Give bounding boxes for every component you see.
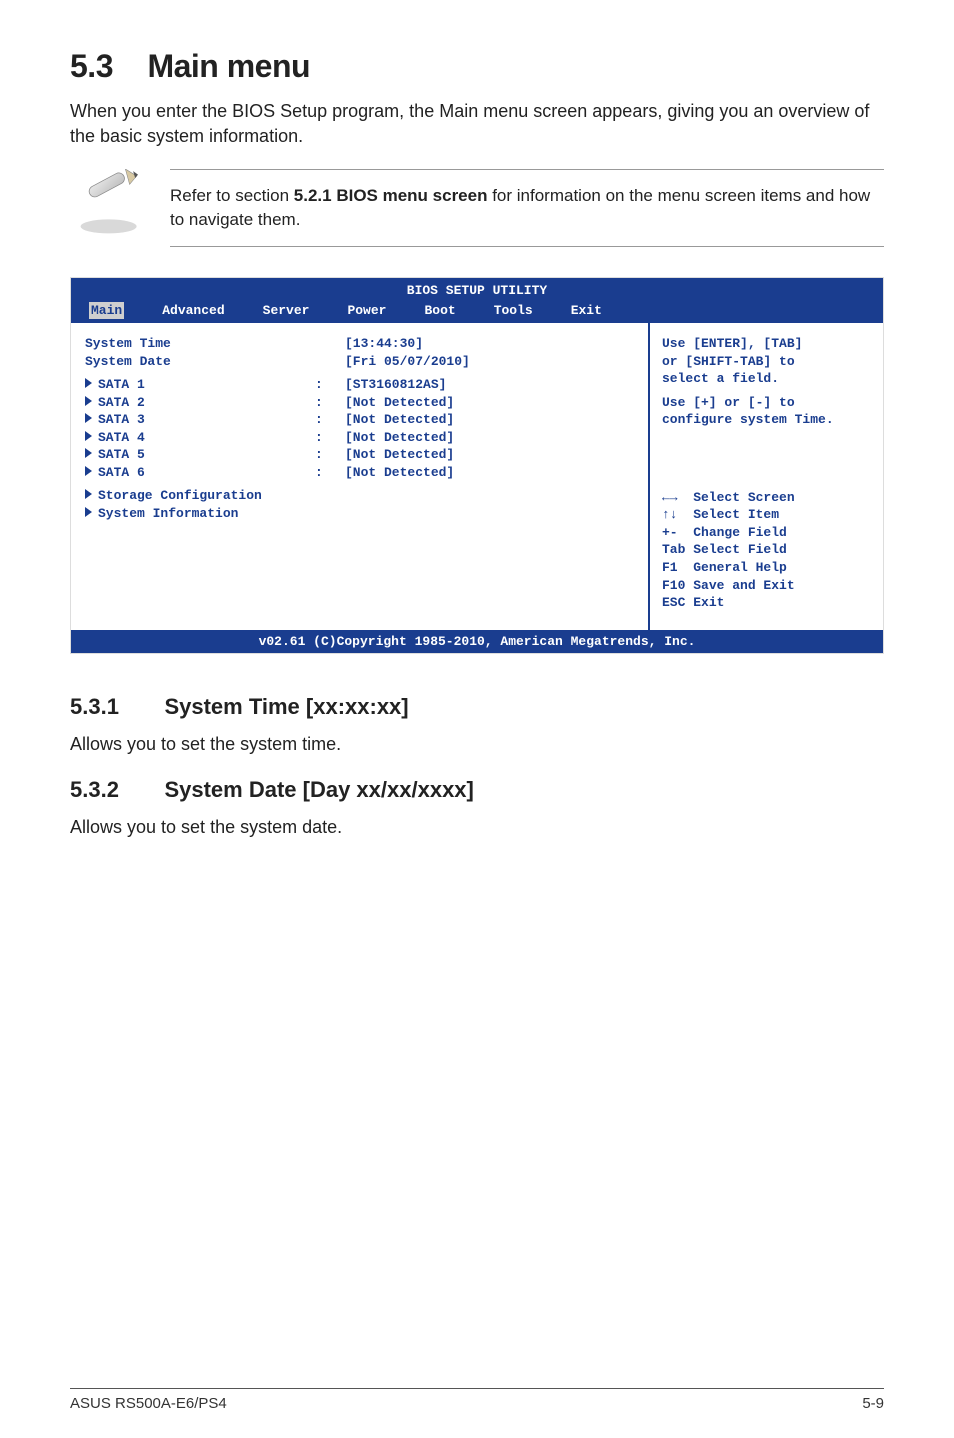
sata-3-row[interactable]: SATA 3 : [Not Detected]: [85, 411, 634, 429]
key-row: F10 Save and Exit: [662, 577, 871, 595]
sata-2-value: [Not Detected]: [345, 394, 634, 412]
subsection-heading-532: 5.3.2 System Date [Day xx/xx/xxxx]: [70, 777, 884, 803]
footer-page: 5-9: [862, 1395, 884, 1412]
key-row: F1 General Help: [662, 559, 871, 577]
section-number: 5.3: [70, 48, 113, 84]
help-line-1: Use [ENTER], [TAB]: [662, 335, 871, 353]
system-date-row[interactable]: System Date [Fri 05/07/2010]: [85, 353, 634, 371]
sata-5-label: SATA 5: [98, 447, 145, 462]
sata-6-row[interactable]: SATA 6 : [Not Detected]: [85, 464, 634, 482]
bios-title: BIOS SETUP UTILITY: [71, 282, 883, 302]
sata-5-value: [Not Detected]: [345, 446, 634, 464]
bios-menu-power[interactable]: Power: [347, 302, 386, 320]
footer-product: ASUS RS500A-E6/PS4: [70, 1395, 227, 1412]
help-line-4: Use [+] or [-] to: [662, 394, 871, 412]
submenu-arrow-icon: [85, 431, 92, 441]
sata-4-row[interactable]: SATA 4 : [Not Detected]: [85, 429, 634, 447]
sata-1-value: [ST3160812AS]: [345, 376, 634, 394]
key-row: ESC Exit: [662, 594, 871, 612]
key-row: +- Change Field: [662, 524, 871, 542]
page-footer: ASUS RS500A-E6/PS4 5-9: [70, 1388, 884, 1412]
key-row: ↑↓ Select Item: [662, 506, 871, 524]
subsection-title: System Time [xx:xx:xx]: [164, 694, 408, 719]
sata-3-label: SATA 3: [98, 412, 145, 427]
subsection-number: 5.3.2: [70, 777, 160, 803]
section-title: Main menu: [147, 48, 310, 84]
key-row: Tab Select Field: [662, 541, 871, 559]
bios-header: BIOS SETUP UTILITY Main Advanced Server …: [71, 278, 883, 323]
sata-5-row[interactable]: SATA 5 : [Not Detected]: [85, 446, 634, 464]
sata-4-value: [Not Detected]: [345, 429, 634, 447]
system-date-value: [Fri 05/07/2010]: [345, 353, 634, 371]
sata-1-row[interactable]: SATA 1 : [ST3160812AS]: [85, 376, 634, 394]
help-keys: ←→ Select Screen ↑↓ Select Item +- Chang…: [662, 489, 871, 612]
submenu-arrow-icon: [85, 489, 92, 499]
key-row: ←→ Select Screen: [662, 489, 871, 507]
note-bold: 5.2.1 BIOS menu screen: [294, 186, 488, 205]
bios-menu-boot[interactable]: Boot: [424, 302, 455, 320]
submenu-arrow-icon: [85, 396, 92, 406]
submenu-arrow-icon: [85, 466, 92, 476]
help-line-3: select a field.: [662, 370, 871, 388]
bios-menu-server[interactable]: Server: [263, 302, 310, 320]
sata-4-label: SATA 4: [98, 430, 145, 445]
note-text: Refer to section 5.2.1 BIOS menu screen …: [170, 169, 884, 247]
pencil-note-icon: [70, 169, 150, 244]
submenu-arrow-icon: [85, 413, 92, 423]
subsection-heading-531: 5.3.1 System Time [xx:xx:xx]: [70, 694, 884, 720]
bios-menu-main[interactable]: Main: [89, 302, 124, 320]
subsection-title: System Date [Day xx/xx/xxxx]: [164, 777, 473, 802]
system-time-row[interactable]: System Time [13:44:30]: [85, 335, 634, 353]
bios-help-pane: Use [ENTER], [TAB] or [SHIFT-TAB] to sel…: [648, 323, 883, 630]
system-time-label: System Time: [85, 335, 315, 353]
bios-menu-bar: Main Advanced Server Power Boot Tools Ex…: [71, 302, 883, 324]
sata-6-label: SATA 6: [98, 465, 145, 480]
sata-1-label: SATA 1: [98, 377, 145, 392]
sata-3-value: [Not Detected]: [345, 411, 634, 429]
system-time-value: [13:44:30]: [345, 335, 634, 353]
section-heading: 5.3 Main menu: [70, 48, 884, 85]
storage-config-label: Storage Configuration: [98, 488, 262, 503]
bios-menu-advanced[interactable]: Advanced: [162, 302, 224, 320]
subsection-532-text: Allows you to set the system date.: [70, 815, 884, 840]
sata-2-row[interactable]: SATA 2 : [Not Detected]: [85, 394, 634, 412]
system-date-label: System Date: [85, 353, 315, 371]
help-line-2: or [SHIFT-TAB] to: [662, 353, 871, 371]
submenu-arrow-icon: [85, 507, 92, 517]
note-text-before: Refer to section: [170, 186, 294, 205]
bios-left-pane: System Time [13:44:30] System Date [Fri …: [71, 323, 648, 630]
storage-configuration-row[interactable]: Storage Configuration: [85, 487, 634, 505]
sata-2-label: SATA 2: [98, 395, 145, 410]
submenu-arrow-icon: [85, 448, 92, 458]
bios-body: System Time [13:44:30] System Date [Fri …: [71, 323, 883, 630]
submenu-arrow-icon: [85, 378, 92, 388]
system-info-label: System Information: [98, 506, 238, 521]
help-line-5: configure system Time.: [662, 411, 871, 429]
subsection-531-text: Allows you to set the system time.: [70, 732, 884, 757]
bios-menu-exit[interactable]: Exit: [571, 302, 602, 320]
bios-screen: BIOS SETUP UTILITY Main Advanced Server …: [70, 277, 884, 654]
sata-6-value: [Not Detected]: [345, 464, 634, 482]
note-block: Refer to section 5.2.1 BIOS menu screen …: [70, 169, 884, 247]
section-intro: When you enter the BIOS Setup program, t…: [70, 99, 884, 149]
bios-footer: v02.61 (C)Copyright 1985-2010, American …: [71, 630, 883, 654]
system-information-row[interactable]: System Information: [85, 505, 634, 523]
subsection-number: 5.3.1: [70, 694, 160, 720]
bios-menu-tools[interactable]: Tools: [494, 302, 533, 320]
